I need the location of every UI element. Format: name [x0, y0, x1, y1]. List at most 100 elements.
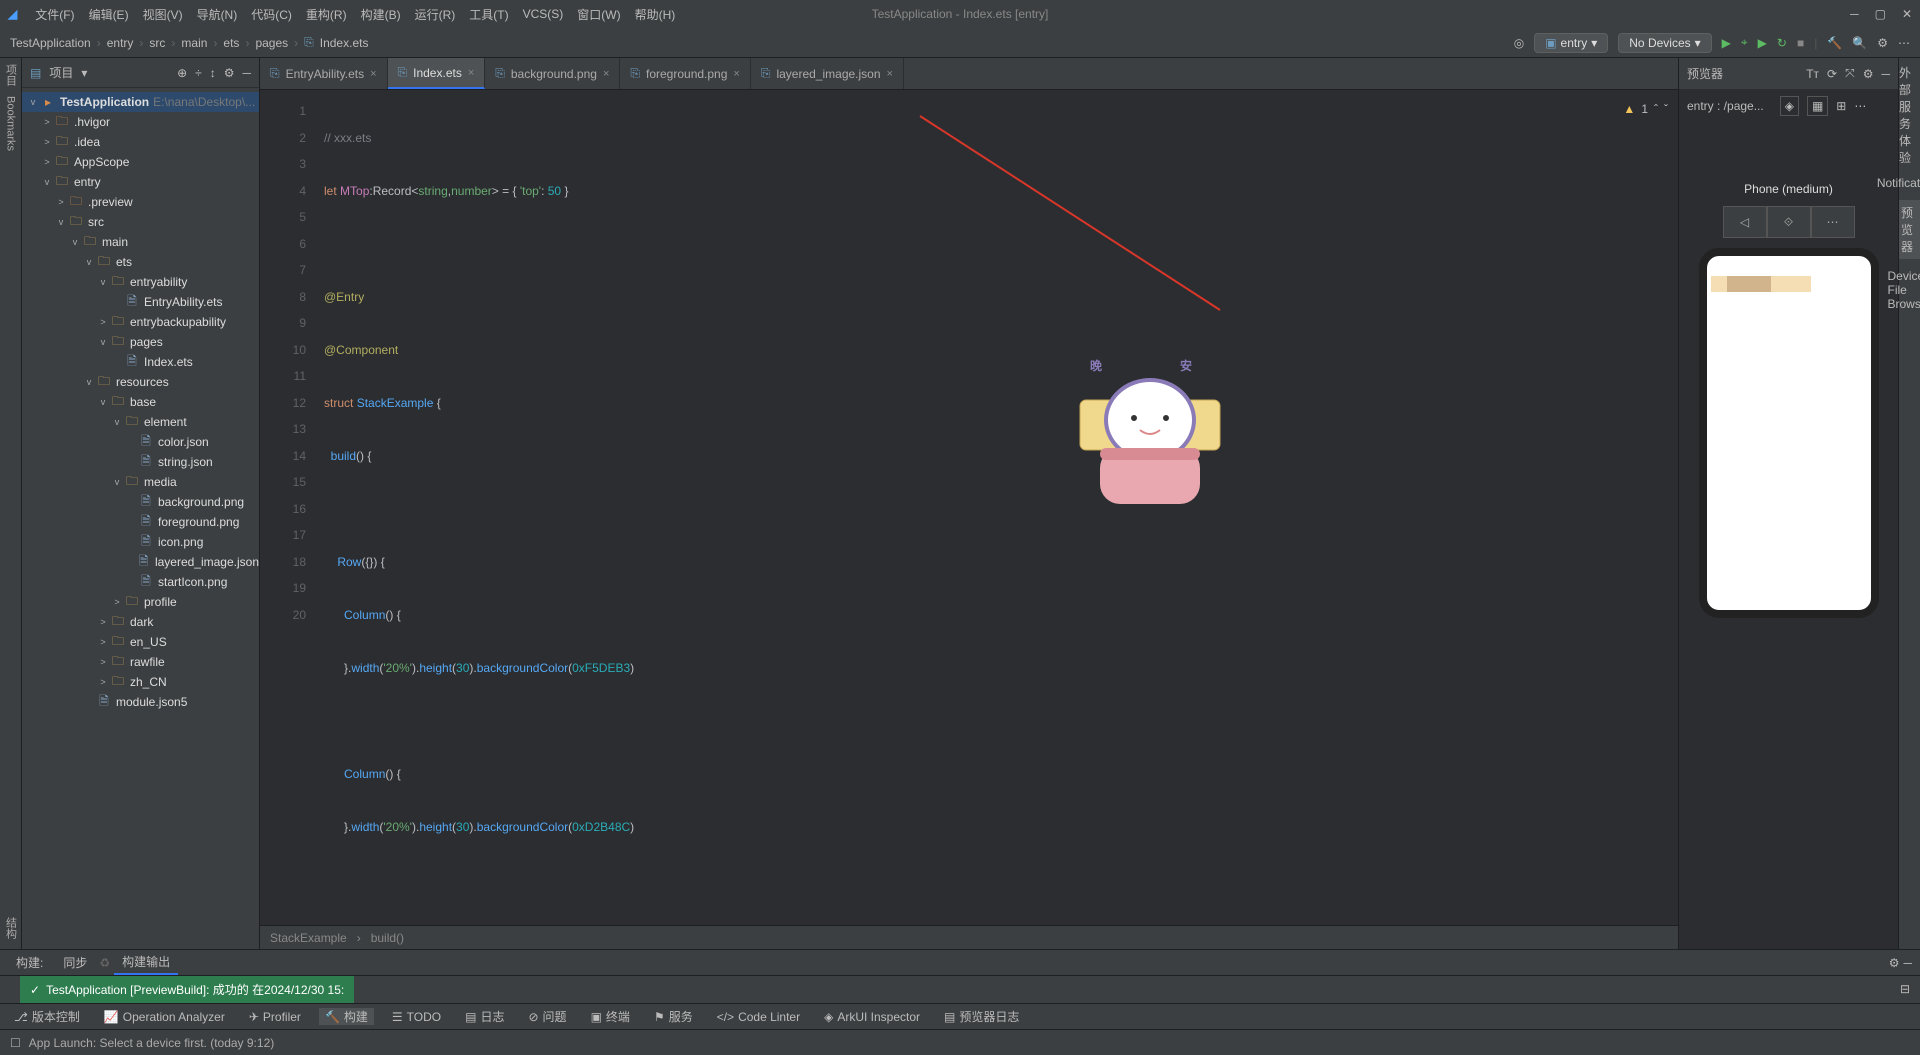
tree-row[interactable]: 🗎icon.png [22, 532, 259, 552]
tree-row[interactable]: 🗎EntryAbility.ets [22, 292, 259, 312]
project-tool-tab[interactable]: 项目 [3, 64, 19, 86]
menu-refactor[interactable]: 重构(R) [306, 6, 347, 23]
collapse-icon[interactable]: ↕ [210, 66, 216, 80]
grid-icon[interactable]: ⊞ [1836, 99, 1846, 113]
tree-row[interactable]: >🗀.hvigor [22, 112, 259, 132]
menu-file[interactable]: 文件(F) [35, 6, 74, 23]
preview-entry[interactable]: entry : /page... [1687, 99, 1764, 113]
btab-todo[interactable]: ☰TODO [386, 1010, 447, 1024]
text-tt-icon[interactable]: Tᴛ [1806, 67, 1819, 81]
close-tab-icon[interactable]: × [468, 67, 474, 79]
tree-row[interactable]: >🗀.preview [22, 192, 259, 212]
menu-nav[interactable]: 导航(N) [197, 6, 238, 23]
right-tab-devfile[interactable]: Device File Browser [1888, 269, 1920, 311]
gear-icon[interactable]: ⚙ [1863, 67, 1874, 81]
more-icon[interactable]: ⋯ [1898, 36, 1910, 50]
tree-row[interactable]: >🗀en_US [22, 632, 259, 652]
list-icon[interactable]: ▦ [1807, 96, 1828, 116]
tree-row[interactable]: v🗀pages [22, 332, 259, 352]
editor-tab[interactable]: ⎘EntryAbility.ets× [260, 58, 388, 89]
crumb[interactable]: main [181, 36, 207, 50]
tree-row[interactable]: >🗀profile [22, 592, 259, 612]
menu-vcs[interactable]: VCS(S) [523, 7, 564, 21]
breadcrumb-item[interactable]: StackExample [270, 931, 347, 945]
tree-row[interactable]: 🗎background.png [22, 492, 259, 512]
close-tab-icon[interactable]: × [603, 68, 609, 80]
menu-view[interactable]: 视图(V) [143, 6, 183, 23]
editor-tab[interactable]: ⎘foreground.png× [620, 58, 750, 89]
coverage-icon[interactable]: ▶ [1758, 36, 1767, 50]
right-tab-notif[interactable]: Notifications [1877, 176, 1920, 190]
stack-icon[interactable]: ◈ [1780, 96, 1799, 116]
btab-previewlog[interactable]: ▤预览器日志 [938, 1008, 1025, 1025]
hide-icon[interactable]: ─ [1903, 956, 1912, 970]
tree-root[interactable]: v▸ TestApplication E:\nana\Desktop\... [22, 92, 259, 112]
btab-codelinter[interactable]: </>Code Linter [711, 1010, 806, 1024]
btab-profiler[interactable]: ✈Profiler [243, 1010, 307, 1024]
tree-row[interactable]: v🗀resources [22, 372, 259, 392]
tree-row[interactable]: 🗎layered_image.json [22, 552, 259, 572]
hammer-icon[interactable]: 🔨 [1827, 36, 1842, 50]
close-tab-icon[interactable]: × [887, 68, 893, 80]
bookmarks-tool-tab[interactable]: Bookmarks [5, 96, 17, 151]
stop-icon[interactable]: ■ [1797, 36, 1804, 50]
search-icon[interactable]: 🔍 [1852, 36, 1867, 50]
menu-window[interactable]: 窗口(W) [577, 6, 620, 23]
warning-icon[interactable]: ▲ [1623, 96, 1635, 123]
rotate-button[interactable]: ⟐ [1767, 206, 1811, 238]
tree-row[interactable]: >🗀rawfile [22, 652, 259, 672]
back-button[interactable]: ◁ [1723, 206, 1767, 238]
breadcrumb-item[interactable]: build() [371, 931, 404, 945]
build-tab-build[interactable]: 构建: [8, 950, 51, 975]
attach-debugger-icon[interactable]: ↻ [1777, 36, 1787, 50]
build-tab-sync[interactable]: 同步 [55, 950, 95, 975]
run-icon[interactable]: ▶ [1722, 36, 1731, 50]
menu-tools[interactable]: 工具(T) [469, 6, 508, 23]
tree-row[interactable]: 🗎Index.ets [22, 352, 259, 372]
select-icon[interactable]: ⤧ [1845, 66, 1855, 81]
btab-services[interactable]: ⚑服务 [648, 1008, 699, 1025]
crumb[interactable]: src [149, 36, 165, 50]
gear-icon[interactable]: ⚙ [1877, 36, 1888, 50]
build-tab-output[interactable]: 构建输出 [114, 950, 178, 975]
tree-row[interactable]: >🗀dark [22, 612, 259, 632]
menu-code[interactable]: 代码(C) [251, 6, 292, 23]
menu-help[interactable]: 帮助(H) [635, 6, 676, 23]
crumb[interactable]: TestApplication [10, 36, 91, 50]
close-tab-icon[interactable]: × [370, 68, 376, 80]
minimize-icon[interactable]: ─ [1850, 7, 1859, 21]
gear-icon[interactable]: ⚙ [224, 66, 235, 80]
chevron-down-icon[interactable]: ˇ [1664, 96, 1668, 123]
status-icon[interactable]: ☐ [10, 1036, 21, 1050]
tree-row[interactable]: v🗀element [22, 412, 259, 432]
tree-row[interactable]: 🗎module.json5 [22, 692, 259, 712]
structure-tool-tab[interactable]: 结构 [3, 917, 19, 939]
crosshair-icon[interactable]: ⊕ [177, 66, 187, 80]
tree-row[interactable]: 🗎color.json [22, 432, 259, 452]
tree-row[interactable]: 🗎startIcon.png [22, 572, 259, 592]
tree-row[interactable]: v🗀media [22, 472, 259, 492]
tree-row[interactable]: 🗎string.json [22, 452, 259, 472]
gear-icon[interactable]: ⚙ [1889, 956, 1900, 970]
maximize-icon[interactable]: ▢ [1875, 7, 1886, 21]
editor-tab[interactable]: ⎘Index.ets× [388, 58, 486, 89]
device-selector[interactable]: No Devices▾ [1618, 33, 1711, 53]
tree-row[interactable]: >🗀AppScope [22, 152, 259, 172]
tree-row[interactable]: v🗀src [22, 212, 259, 232]
editor-tab[interactable]: ⎘background.png× [485, 58, 620, 89]
btab-op[interactable]: 📈Operation Analyzer [98, 1010, 231, 1024]
menu-edit[interactable]: 编辑(E) [89, 6, 129, 23]
editor-body[interactable]: 1234567891011121314151617181920 // xxx.e… [260, 90, 1678, 925]
tree-row[interactable]: >🗀.idea [22, 132, 259, 152]
close-icon[interactable]: ✕ [1902, 7, 1912, 21]
crumb-file[interactable]: Index.ets [320, 36, 369, 50]
tree-row[interactable]: v🗀main [22, 232, 259, 252]
hide-icon[interactable]: ─ [242, 66, 251, 80]
code-editor[interactable]: // xxx.ets let MTop:Record<string,number… [314, 90, 1678, 925]
more-icon[interactable]: ⋯ [1854, 99, 1866, 113]
tree-row[interactable]: v🗀base [22, 392, 259, 412]
btab-log[interactable]: ▤日志 [459, 1008, 510, 1025]
build-status[interactable]: ✓TestApplication [PreviewBuild]: 成功的 在20… [20, 976, 354, 1003]
btab-build[interactable]: 🔨构建 [319, 1008, 374, 1025]
editor-tab[interactable]: ⎘layered_image.json× [751, 58, 904, 89]
